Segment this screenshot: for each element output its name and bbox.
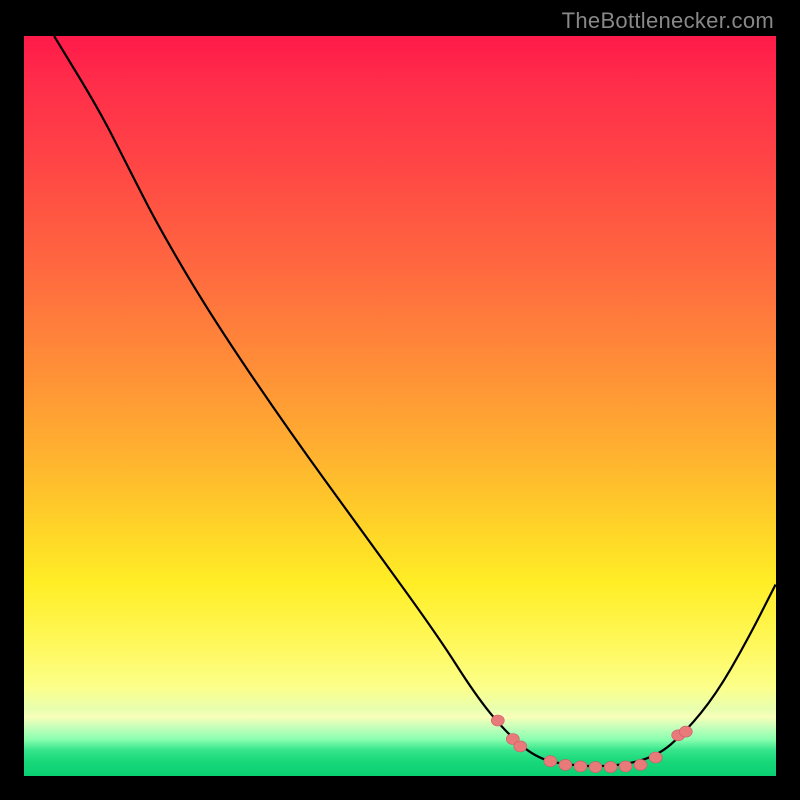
attribution-text: TheBottlenecker.com: [562, 8, 774, 34]
chart-frame: TheBottlenecker.com: [0, 0, 800, 800]
data-marker: [589, 762, 602, 773]
data-marker: [491, 715, 504, 726]
data-marker: [514, 741, 527, 752]
data-marker: [559, 759, 572, 770]
data-marker: [649, 752, 662, 763]
data-marker: [619, 761, 632, 772]
data-marker: [634, 759, 647, 770]
data-marker: [544, 756, 557, 767]
chart-overlay: [24, 36, 776, 776]
bottleneck-curve: [54, 36, 776, 766]
data-markers: [491, 715, 692, 773]
plot-area: [24, 36, 776, 776]
data-marker: [604, 762, 617, 773]
data-marker: [574, 761, 587, 772]
data-marker: [679, 726, 692, 737]
